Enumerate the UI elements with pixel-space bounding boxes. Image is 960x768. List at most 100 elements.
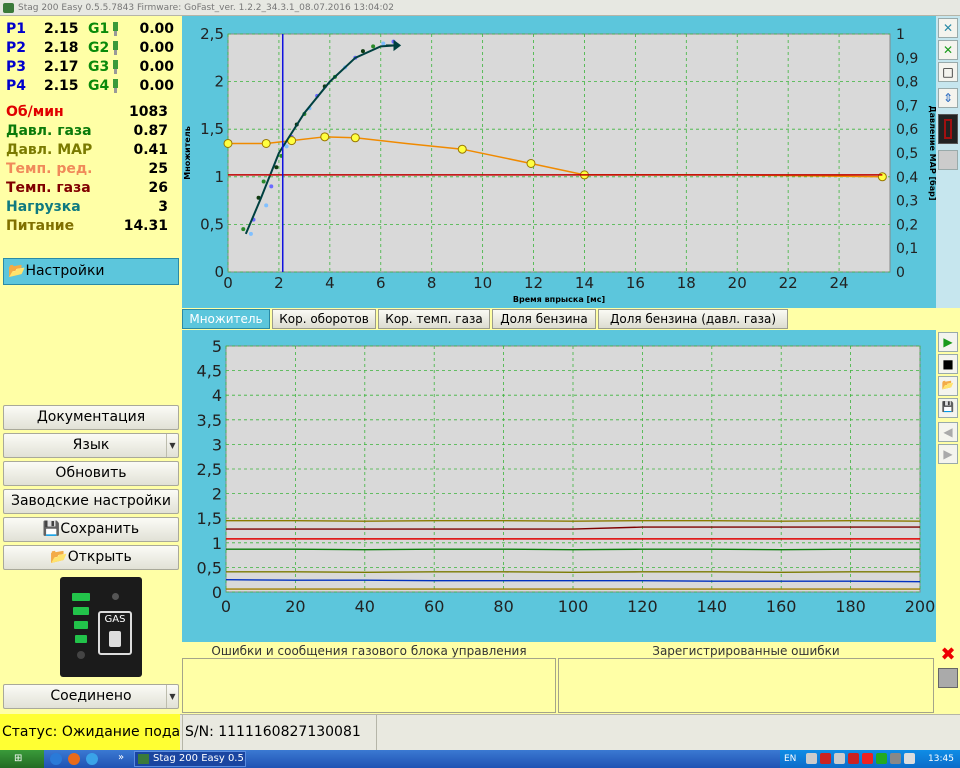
y-tick-label: 1 — [214, 168, 224, 186]
x-tick-label: 20 — [285, 597, 305, 616]
sample-point — [371, 44, 376, 49]
x-tick-label: 22 — [779, 274, 798, 292]
tray-icon-6[interactable] — [876, 753, 887, 764]
y2-tick-label: 0 — [896, 265, 905, 281]
start-button[interactable]: ⊞ — [0, 750, 44, 768]
play-icon[interactable]: ▶ — [938, 332, 958, 352]
y-tick-label: 1,5 — [197, 509, 222, 528]
sample-point — [269, 184, 274, 189]
injector-icon — [113, 22, 118, 36]
x-tick-label: 10 — [473, 274, 492, 292]
stop-icon[interactable]: ■ — [938, 354, 958, 374]
folder-icon: 📂 — [8, 263, 26, 279]
system-tray: EN 13:45 — [780, 750, 960, 768]
explorer-icon[interactable] — [86, 753, 98, 765]
refresh-label: Обновить — [55, 465, 127, 481]
y2-tick-label: 0,7 — [896, 98, 918, 114]
square-icon[interactable] — [938, 668, 958, 688]
next-icon[interactable]: ▶ — [938, 444, 958, 464]
tray-icon-1[interactable] — [806, 753, 817, 764]
y-tick-label: 2,5 — [197, 460, 222, 479]
tray-icon-7[interactable] — [890, 753, 901, 764]
open-folder-icon[interactable]: 📂 — [938, 376, 958, 396]
y2-tick-label: 0,1 — [896, 241, 918, 257]
injector-icon — [113, 79, 118, 93]
save-button[interactable]: 💾Сохранить — [3, 517, 179, 542]
right-toolbar-bottom: ▶ ■ 📂 💾 ◀ ▶ ✖ — [936, 330, 960, 688]
folder-icon: 📂 — [50, 549, 68, 565]
language-label: Язык — [72, 437, 110, 453]
map-point — [877, 172, 887, 182]
gas-button-icon: GAS — [98, 611, 132, 655]
y2-tick-label: 0,8 — [896, 75, 918, 91]
parameter-label: Давл. газа — [6, 123, 92, 139]
x-tick-label: 18 — [677, 274, 696, 292]
parameter-value: 0.41 — [133, 142, 168, 158]
tab-gas-temp-correction[interactable]: Кор. темп. газа — [378, 309, 490, 329]
tray-icon-5[interactable] — [862, 753, 873, 764]
status-text: Статус: Ожидание подачи — [0, 714, 180, 750]
tab-rpm-correction[interactable]: Кор. оборотов — [272, 309, 376, 329]
language-indicator[interactable]: EN — [784, 750, 796, 768]
led-status — [112, 593, 119, 600]
close-blue-icon[interactable]: ✕ — [938, 18, 958, 38]
injector-row: P2 2.18 G2 0.00 — [4, 39, 178, 58]
x-tick-label: 24 — [830, 274, 849, 292]
tray-icon-2[interactable] — [820, 753, 831, 764]
tray-icon-4[interactable] — [848, 753, 859, 764]
parameter-row: Давл. газа 0.87 — [4, 122, 170, 141]
sample-point — [264, 203, 269, 208]
registered-errors-list[interactable] — [558, 658, 934, 713]
app-icon — [138, 754, 149, 764]
connected-dropdown[interactable]: Соединено ▼ — [3, 684, 179, 709]
firefox-icon[interactable] — [68, 753, 80, 765]
parameter-value: 14.31 — [123, 218, 168, 234]
tab-multiplier[interactable]: Множитель — [182, 309, 270, 329]
petrol-injector-value: 2.18 — [44, 40, 79, 56]
ecu-errors-list[interactable] — [182, 658, 556, 713]
chart-tabs: Множитель Кор. оборотов Кор. темп. газа … — [182, 308, 960, 330]
adjust-icon[interactable]: ⇕ — [938, 88, 958, 108]
parameter-row: Об/мин 1083 — [4, 103, 170, 122]
y-tick-label: 0 — [212, 583, 222, 602]
tray-icon-3[interactable] — [834, 753, 845, 764]
close-green-icon[interactable]: ✕ — [938, 40, 958, 60]
square-icon[interactable] — [938, 150, 958, 170]
chevron-right-icon[interactable]: » — [118, 752, 124, 763]
parameter-value: 25 — [148, 161, 168, 177]
floppy-icon[interactable]: 💾 — [938, 398, 958, 418]
sample-point — [381, 41, 386, 46]
y-tick-label: 0,5 — [200, 215, 224, 233]
open-button[interactable]: 📂Открыть — [3, 545, 179, 570]
language-dropdown[interactable]: Язык ▼ — [3, 433, 179, 458]
close-red-icon[interactable]: ✖ — [936, 644, 960, 666]
docs-button[interactable]: Документация — [3, 405, 179, 430]
window-title: Stag 200 Easy 0.5.5.7843 Firmware: GoFas… — [18, 3, 394, 13]
parameter-row: Нагрузка 3 — [4, 198, 170, 217]
multiplier-chart-panel: 0 2 4 6 8 10 12 14 16 18 20 22 24 0 0,5 1 1,5 2 2,5 0 0,1 0,2… — [182, 16, 938, 308]
tab-petrol-share[interactable]: Доля бензина — [492, 309, 596, 329]
browser-icon[interactable] — [50, 753, 62, 765]
window-icon[interactable]: □ — [938, 62, 958, 82]
tab-petrol-share-pressure[interactable]: Доля бензина (давл. газа) — [598, 309, 788, 329]
prev-icon[interactable]: ◀ — [938, 422, 958, 442]
y-tick-label: 3 — [212, 435, 222, 454]
gas-injector-label: G2 — [88, 40, 110, 56]
injector-icon — [113, 60, 118, 74]
y2-tick-label: 0,2 — [896, 217, 918, 233]
x-tick-label: 40 — [355, 597, 375, 616]
right-toolbar-top: ✕ ✕ □ ⇕ — [936, 16, 960, 312]
x-tick-label: 6 — [376, 274, 386, 292]
map-point — [223, 138, 233, 148]
tray-icon-8[interactable] — [904, 753, 915, 764]
chevron-down-icon[interactable]: ▼ — [166, 685, 178, 708]
y-tick-label: 2 — [212, 485, 222, 504]
taskbar-app-item[interactable]: Stag 200 Easy 0.5.5.7... — [134, 751, 246, 767]
factory-settings-button[interactable]: Заводские настройки — [3, 489, 179, 514]
settings-button[interactable]: 📂Настройки — [3, 258, 179, 285]
oscilloscope-chart[interactable]: 0 20 40 60 80 100 120 140 160 180 200 0 0,5 1 1,5 2 2,5 3… — [182, 330, 936, 642]
refresh-button[interactable]: Обновить — [3, 461, 179, 486]
multiplier-chart[interactable]: 0 2 4 6 8 10 12 14 16 18 20 22 2400,511,522,500,10,2… — [182, 16, 938, 308]
chevron-down-icon[interactable]: ▼ — [166, 434, 178, 457]
parameter-label: Об/мин — [6, 104, 64, 120]
